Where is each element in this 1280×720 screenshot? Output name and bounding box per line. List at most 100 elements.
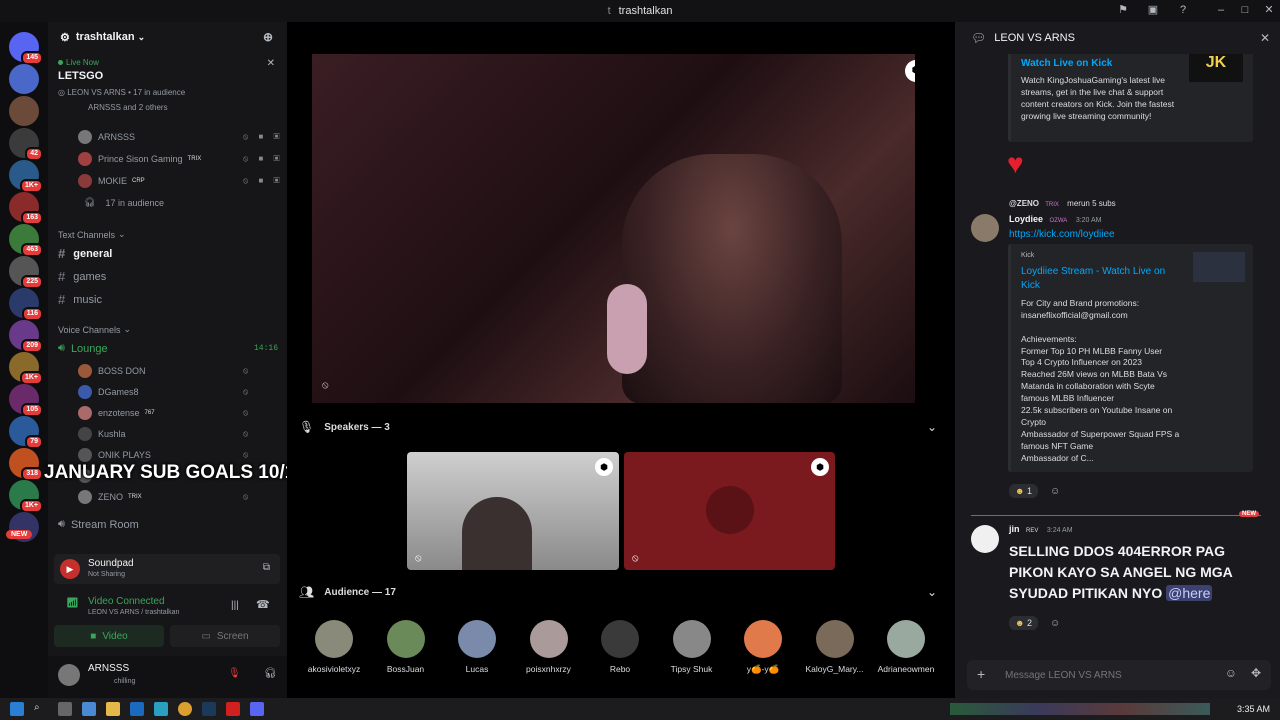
embed-title[interactable]: Loydiiee Stream - Watch Live on Kick [1021, 265, 1181, 292]
text-channels-header[interactable]: Text Channels ⌄ [58, 229, 126, 240]
emoji-icon[interactable]: ☺ [1225, 666, 1237, 680]
minimize-icon[interactable]: – [1214, 3, 1228, 17]
avatar[interactable] [971, 525, 999, 553]
audience-member[interactable]: Rebo [584, 620, 656, 674]
mute-icon[interactable]: 🎙︎ [228, 668, 241, 679]
voice-channels-header[interactable]: Voice Channels ⌄ [58, 324, 131, 335]
server-icon[interactable]: 79 [9, 416, 43, 449]
youtube-icon[interactable] [226, 702, 240, 716]
speaker-tile[interactable]: ⬢ ⦸ [624, 452, 835, 570]
noise-icon[interactable]: ||| [231, 600, 239, 611]
help-icon[interactable]: ? [1176, 3, 1190, 17]
system-tray[interactable] [950, 703, 1210, 715]
discord-icon[interactable] [250, 702, 264, 716]
soundpad-panel[interactable]: ▶ Soundpad Not Sharing ⧉ [54, 554, 280, 584]
audience-member[interactable]: Tipsy Shuk [656, 620, 728, 674]
server-icon[interactable]: 116 [9, 288, 43, 321]
voice-user[interactable]: DGames8 ⦸ [78, 385, 248, 399]
search-icon[interactable]: ⌕ [34, 702, 48, 716]
server-icon[interactable]: 1K+ [9, 352, 43, 385]
reaction[interactable]: ☻ 1 [1009, 484, 1039, 498]
add-reaction-icon[interactable]: ☺ [1050, 486, 1060, 497]
reaction[interactable]: ☻ 2 [1009, 616, 1039, 630]
pin-icon[interactable]: ⬢ [905, 60, 915, 82]
voice-user[interactable]: Kushla ⦸ [78, 427, 248, 441]
audience-member[interactable]: poisxnhxrzy [513, 620, 585, 674]
audience-member[interactable]: KaloyG_Mary... [799, 620, 871, 674]
stage-member[interactable]: ARNSSS ⦸ ■ ▣ [78, 130, 280, 144]
channel-music[interactable]: # music [58, 292, 102, 307]
message-author[interactable]: jin [1009, 524, 1020, 534]
speakers-header[interactable]: 🎙︎ Speakers — 3 ⌄ [299, 420, 947, 434]
inbox-icon[interactable]: ⚑ [1116, 3, 1130, 17]
server-icon[interactable]: 318 [9, 448, 43, 481]
main-video[interactable]: ⬢ ⦸ [312, 54, 915, 403]
message-link[interactable]: https://kick.com/loydiiee [1009, 229, 1115, 240]
server-icon[interactable]: 225 [9, 256, 43, 289]
steam-icon[interactable] [202, 702, 216, 716]
voice-user[interactable]: ONIK PLAYS ⦸ [78, 448, 248, 462]
server-icon[interactable]: 1K+ [9, 160, 43, 193]
stage-member[interactable]: MOKIE CRP ⦸ ■ ▣ [78, 174, 280, 188]
server-icon[interactable] [9, 64, 39, 94]
voice-user[interactable]: ZENO TRIX ⦸ [78, 490, 248, 504]
server-icon[interactable] [9, 96, 39, 126]
file-explorer-icon[interactable] [106, 702, 120, 716]
maximize-icon[interactable]: □ [1238, 3, 1252, 17]
pin-icon[interactable]: ⬢ [811, 458, 829, 476]
add-reaction-icon[interactable]: ☺ [1050, 618, 1060, 629]
channel-general[interactable]: # general [58, 246, 112, 261]
share-icon[interactable]: ⧉ [263, 562, 270, 573]
server-icon[interactable]: 209 [9, 320, 43, 353]
avatar[interactable] [971, 214, 999, 242]
audience-member[interactable]: akosivioletxyz [298, 620, 370, 674]
audience-header[interactable]: 👥︎ Audience — 17 ⌄ [299, 585, 947, 599]
window-icon[interactable]: ▣ [1146, 3, 1160, 17]
speaker-tile[interactable]: ⬢ ⦸ [407, 452, 619, 570]
screen-icon: ▭ [201, 630, 211, 642]
edge-icon[interactable] [154, 702, 168, 716]
close-icon[interactable]: ✕ [1262, 3, 1276, 17]
voice-user[interactable]: BOSS DON ⦸ [78, 364, 248, 378]
close-live-icon[interactable]: ✕ [267, 58, 275, 69]
audience-member[interactable]: Adrianeowmen [870, 620, 942, 674]
add-member-icon[interactable]: ⊕ [263, 30, 273, 44]
chrome-icon[interactable] [178, 702, 192, 716]
windows-start-icon[interactable] [10, 702, 24, 716]
channel-games[interactable]: # games [58, 269, 106, 284]
audience-member[interactable]: BossJuan [370, 620, 442, 674]
message-author[interactable]: Loydiee [1009, 214, 1043, 224]
outlook-icon[interactable] [130, 702, 144, 716]
message-input[interactable] [1005, 666, 1185, 684]
embed-thumbnail[interactable] [1193, 252, 1245, 282]
copilot-icon[interactable] [82, 702, 96, 716]
voice-channel-lounge[interactable]: 🔊︎ Lounge 14:16 [58, 342, 278, 355]
video-connected-label[interactable]: Video Connected [88, 596, 165, 607]
server-icon[interactable]: 463 [9, 224, 43, 257]
apps-icon[interactable]: ✥ [1251, 666, 1261, 680]
video-button[interactable]: ■ Video [54, 625, 164, 647]
screen-button[interactable]: ▭ Screen [170, 625, 280, 647]
server-icon[interactable]: 42 [9, 128, 43, 161]
close-icon[interactable]: ✕ [1260, 31, 1270, 45]
avatar[interactable] [58, 664, 80, 686]
mention[interactable]: @here [1166, 585, 1213, 601]
disconnect-icon[interactable]: ☎ [256, 598, 270, 611]
stage-member[interactable]: Prince Sison Gaming TRIX ⦸ ■ ▣ [78, 152, 280, 166]
server-icon[interactable]: 105 [9, 384, 43, 417]
server-icon[interactable]: 163 [9, 192, 43, 225]
chevron-down-icon[interactable]: ⌄ [927, 585, 937, 599]
clock[interactable]: 3:35 AM [1237, 704, 1270, 714]
task-view-icon[interactable] [58, 702, 72, 716]
audience-member[interactable]: y🍊-y🍊 [727, 620, 799, 675]
voice-user[interactable]: enzotense 767 ⦸ [78, 406, 248, 420]
pin-icon[interactable]: ⬢ [595, 458, 613, 476]
server-icon[interactable]: 145 [9, 32, 43, 65]
voice-channel-stream-room[interactable]: 🔊︎ Stream Room [58, 518, 139, 531]
server-header[interactable]: ⚙ trashtalkan ⌄ ⊕ [48, 22, 287, 52]
plus-icon[interactable]: + [977, 666, 985, 682]
server-icon[interactable]: 1K+ [9, 480, 43, 513]
deafen-icon[interactable]: 🎧︎ [264, 668, 277, 679]
chevron-down-icon[interactable]: ⌄ [927, 420, 937, 434]
audience-member[interactable]: Lucas [441, 620, 513, 674]
